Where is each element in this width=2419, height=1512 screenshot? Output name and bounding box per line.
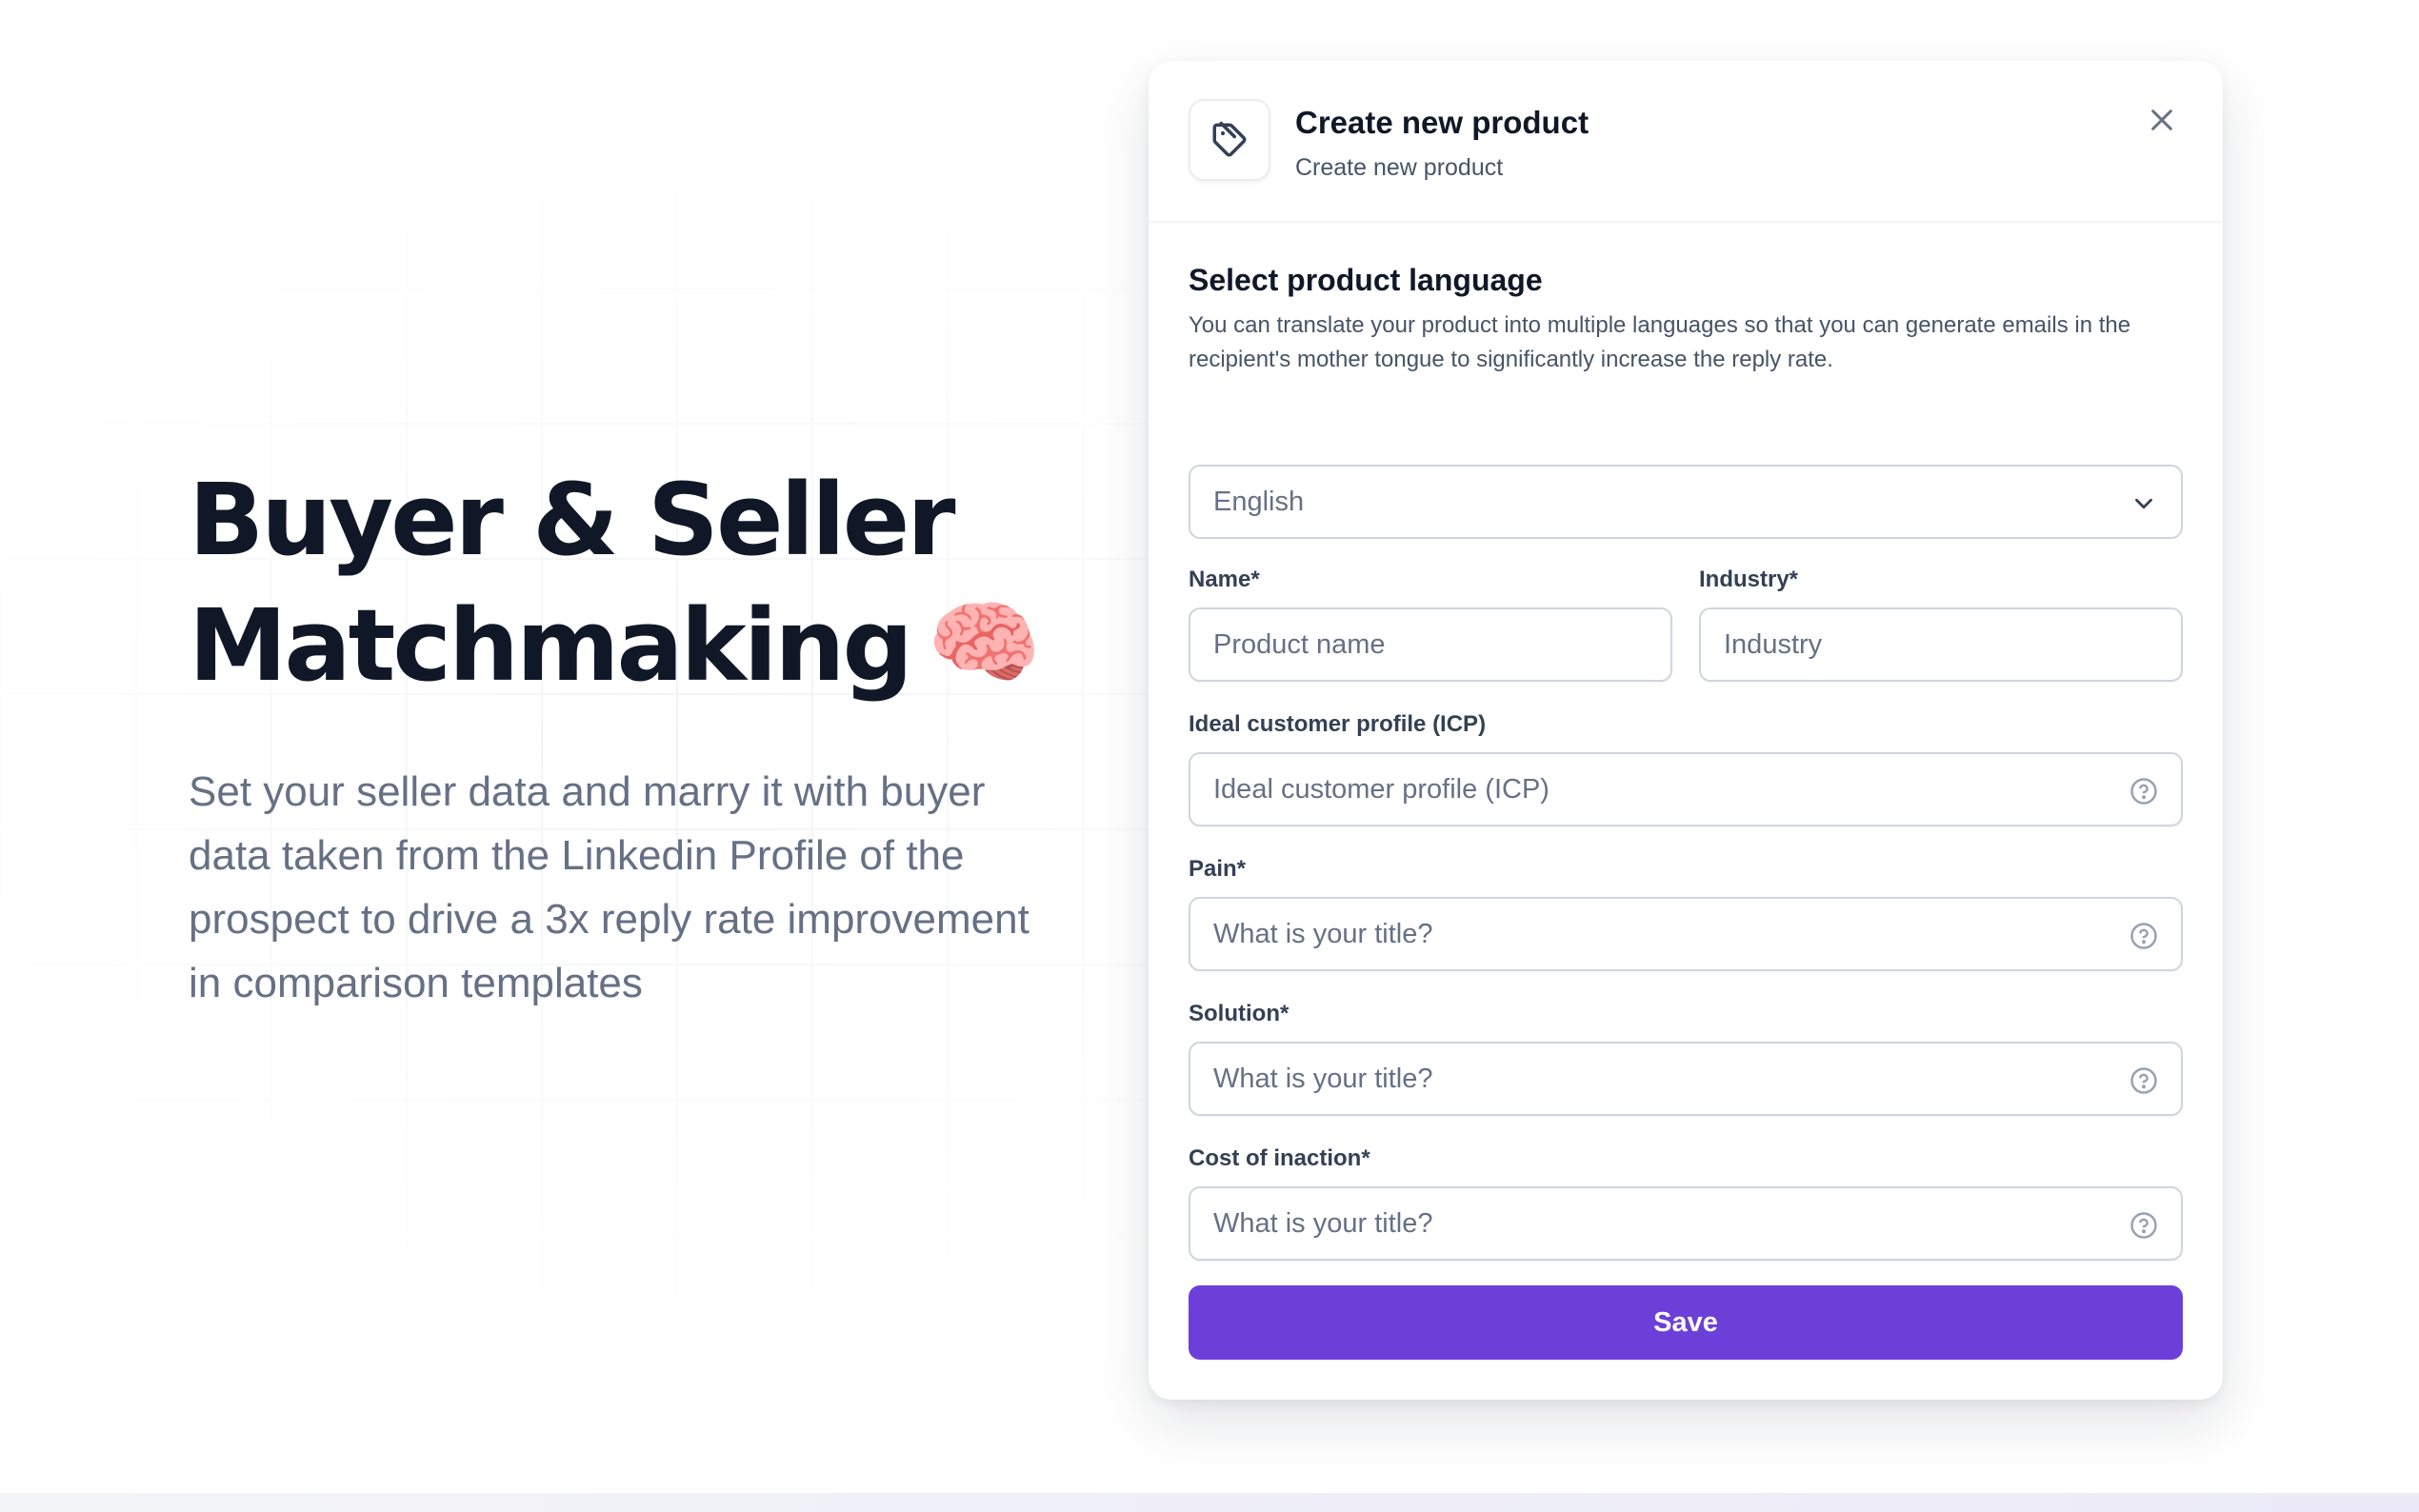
solution-label: Solution* bbox=[1189, 1001, 1289, 1026]
close-button[interactable] bbox=[2141, 99, 2183, 141]
modal-subtitle: Create new product bbox=[1295, 154, 1504, 181]
cost-of-inaction-input[interactable] bbox=[1213, 1207, 2158, 1240]
name-input[interactable] bbox=[1213, 628, 1648, 661]
solution-input[interactable] bbox=[1213, 1063, 2158, 1095]
name-field: Name* bbox=[1189, 566, 1672, 682]
language-select-value: English bbox=[1213, 486, 1305, 517]
help-circle-icon[interactable] bbox=[2129, 922, 2158, 950]
modal-body: Select product language You can translat… bbox=[1189, 261, 2183, 1270]
hero-title-line2: Matchmaking bbox=[189, 587, 913, 704]
tag-icon bbox=[1189, 99, 1270, 181]
bottom-strip bbox=[0, 1493, 2419, 1512]
language-select[interactable]: English bbox=[1189, 465, 2183, 539]
language-section-title: Select product language bbox=[1189, 263, 1543, 297]
solution-input-wrapper bbox=[1189, 1042, 2183, 1116]
cost-of-inaction-input-wrapper bbox=[1189, 1186, 2183, 1261]
hero-title: Buyer & Seller Matchmaking 🧠 bbox=[189, 457, 1122, 708]
pain-input-wrapper bbox=[1189, 897, 2183, 971]
industry-field: Industry* bbox=[1699, 566, 2183, 682]
industry-input[interactable] bbox=[1724, 628, 2158, 661]
pain-input[interactable] bbox=[1213, 918, 2158, 950]
hero-title-line1: Buyer & Seller bbox=[189, 462, 956, 578]
help-circle-icon[interactable] bbox=[2129, 1066, 2158, 1095]
hero-section: Buyer & Seller Matchmaking 🧠 Set your sel… bbox=[189, 457, 1122, 1015]
icp-input[interactable] bbox=[1213, 773, 2158, 806]
brain-icon: 🧠 bbox=[927, 589, 1042, 696]
cost-of-inaction-field: Cost of inaction* bbox=[1189, 1144, 2183, 1261]
industry-label: Industry* bbox=[1699, 567, 1799, 592]
name-label: Name* bbox=[1189, 567, 1260, 592]
save-button[interactable]: Save bbox=[1189, 1285, 2183, 1360]
close-icon bbox=[2151, 109, 2172, 130]
pain-label: Pain* bbox=[1189, 856, 1247, 882]
icp-label: Ideal customer profile (ICP) bbox=[1189, 711, 1487, 737]
solution-field: Solution* bbox=[1189, 1000, 2183, 1116]
icp-input-wrapper bbox=[1189, 752, 2183, 826]
create-product-modal: Create new product Create new product Se… bbox=[1149, 61, 2223, 1400]
cost-of-inaction-label: Cost of inaction* bbox=[1189, 1145, 1370, 1171]
modal-header: Create new product Create new product bbox=[1149, 61, 2223, 223]
language-section-description: You can translate your product into mult… bbox=[1189, 312, 2131, 372]
icp-field: Ideal customer profile (ICP) bbox=[1189, 710, 2183, 826]
industry-input-wrapper bbox=[1699, 607, 2183, 682]
pain-field: Pain* bbox=[1189, 855, 2183, 971]
name-input-wrapper bbox=[1189, 607, 1672, 682]
help-circle-icon[interactable] bbox=[2129, 777, 2158, 806]
modal-title: Create new product bbox=[1295, 105, 1589, 140]
chevron-down-icon bbox=[2135, 498, 2152, 509]
help-circle-icon[interactable] bbox=[2129, 1211, 2158, 1240]
hero-description: Set your seller data and marry it with b… bbox=[189, 768, 1030, 1006]
